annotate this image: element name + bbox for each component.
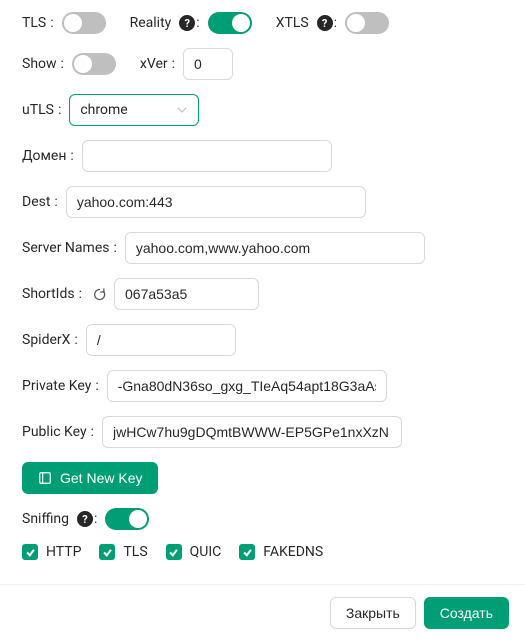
get-new-key-button[interactable]: Get New Key [22,462,158,494]
server-names-input[interactable] [125,232,425,264]
http-checkbox[interactable]: HTTP [22,544,81,560]
domain-label: Домен [22,148,66,164]
row-dest: Dest: [22,186,503,218]
row-security-toggles: TLS: Reality ?: XTLS ?: [22,12,503,34]
shortids-label: ShortIds [22,286,75,302]
close-button-label: Закрыть [346,605,400,621]
tls-switch[interactable] [62,12,106,34]
xtls-switch[interactable] [345,12,389,34]
checkbox-icon [239,544,255,560]
key-icon [38,471,52,485]
help-icon[interactable]: ? [179,15,195,31]
xver-label: xVer [140,56,168,72]
http-checkbox-label: HTTP [46,544,81,560]
sniffing-label: Sniffing [22,511,69,527]
row-domain: Домен: [22,140,503,172]
fakedns-checkbox-label: FAKEDNS [263,544,323,560]
checkbox-icon [99,544,115,560]
create-button[interactable]: Создать [424,597,509,629]
spiderx-input[interactable] [86,324,236,356]
help-icon[interactable]: ? [77,511,93,527]
tls-checkbox-label: TLS [123,544,147,560]
checkbox-icon [166,544,182,560]
show-switch[interactable] [72,53,116,75]
form-container: TLS: Reality ?: XTLS ?: Show: xVer: uTLS… [0,0,525,584]
quic-checkbox[interactable]: QUIC [166,544,222,560]
reality-label: Reality [130,15,172,31]
close-button[interactable]: Закрыть [330,597,416,629]
row-private-key: Private Key: [22,370,503,402]
domain-input[interactable] [82,140,332,172]
row-get-key: Get New Key [22,462,503,494]
create-button-label: Создать [440,605,493,621]
shortids-input[interactable] [114,278,259,310]
xtls-label: XTLS [276,15,309,31]
row-sniffing: Sniffing ?: [22,508,503,530]
xver-input[interactable] [183,48,233,80]
quic-checkbox-label: QUIC [190,544,222,560]
row-shortids: ShortIds: [22,278,503,310]
utls-select[interactable]: chrome [69,94,199,126]
dest-input[interactable] [66,186,366,218]
server-names-label: Server Names [22,240,109,256]
show-label: Show [22,56,57,72]
help-icon[interactable]: ? [317,15,333,31]
public-key-input[interactable] [102,416,402,448]
private-key-label: Private Key [22,378,91,394]
fakedns-checkbox[interactable]: FAKEDNS [239,544,323,560]
utls-label: uTLS [22,102,54,118]
row-show-xver: Show: xVer: [22,48,503,80]
chevron-down-icon [176,104,188,116]
checkbox-icon [22,544,38,560]
private-key-input[interactable] [107,370,387,402]
sniffing-switch[interactable] [105,508,149,530]
footer: Закрыть Создать [0,584,525,641]
get-new-key-label: Get New Key [60,470,142,486]
row-server-names: Server Names: [22,232,503,264]
row-protocols: HTTP TLS QUIC FAKEDNS [22,544,503,560]
utls-select-value: chrome [80,102,127,118]
public-key-label: Public Key [22,424,87,440]
dest-label: Dest [22,194,50,210]
spiderx-label: SpiderX [22,332,70,348]
refresh-icon[interactable] [90,285,108,303]
tls-checkbox[interactable]: TLS [99,544,147,560]
reality-switch[interactable] [208,12,252,34]
row-utls: uTLS: chrome [22,94,503,126]
row-spiderx: SpiderX: [22,324,503,356]
row-public-key: Public Key: [22,416,503,448]
tls-label: TLS [22,15,46,31]
